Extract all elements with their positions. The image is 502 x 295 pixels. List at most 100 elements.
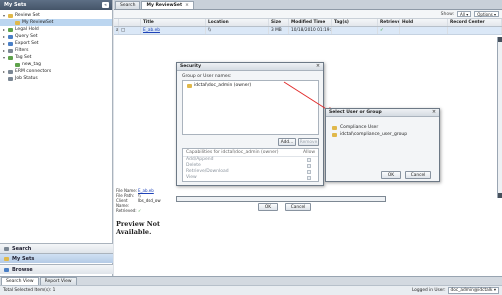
nav-browse-label: Browse bbox=[12, 266, 33, 273]
allow-checkbox[interactable] bbox=[307, 176, 311, 180]
row-record bbox=[448, 27, 502, 34]
capabilities-header: Capabilities for idctal\doc_admin (owner… bbox=[183, 149, 318, 157]
tree-item[interactable]: ▾ Tag Set bbox=[0, 54, 112, 61]
select-dialog-title: Select User or Group × bbox=[326, 109, 439, 117]
tree-item-label: ERM connectors bbox=[15, 69, 52, 74]
scroll-up-icon[interactable] bbox=[498, 37, 502, 42]
expand-icon[interactable]: ▸ bbox=[3, 68, 6, 75]
tab-my-reviewset-label: My ReviewSet bbox=[146, 3, 183, 8]
group-label: Group or User names: bbox=[182, 74, 232, 79]
tree-item-label: Export Set bbox=[15, 41, 39, 46]
close-icon[interactable]: × bbox=[431, 109, 437, 116]
row-checkbox[interactable]: □ bbox=[119, 27, 141, 34]
tab-search[interactable]: Search bbox=[115, 1, 141, 9]
retrieved-label: Retrieved: bbox=[116, 208, 137, 213]
collapse-icon[interactable]: « bbox=[102, 2, 109, 8]
tree-node-icon bbox=[8, 34, 13, 39]
tree-node-icon bbox=[8, 41, 13, 46]
list-item[interactable]: Compliance User bbox=[326, 124, 439, 131]
tree-item[interactable]: ▸ Legal Hold bbox=[0, 26, 112, 33]
status-bar: Total Selected Item(s): 1 Logged in User… bbox=[0, 285, 502, 295]
expand-icon[interactable]: ▸ bbox=[3, 26, 6, 33]
row-hold bbox=[400, 27, 448, 34]
col-header-tags[interactable]: Tag(s) bbox=[332, 19, 378, 26]
user-icon bbox=[332, 125, 337, 130]
expand-icon[interactable]: ▾ bbox=[3, 54, 6, 61]
left-panel: My Sets « ▾ Review Set My ReviewSet ▸ Legal … bbox=[0, 0, 113, 276]
search-icon bbox=[4, 246, 9, 251]
col-header-hold[interactable]: Hold bbox=[400, 19, 448, 26]
allow-checkbox[interactable] bbox=[307, 164, 311, 168]
expand-icon[interactable]: ▸ bbox=[3, 47, 6, 54]
security-dialog-title: Security × bbox=[177, 63, 323, 71]
expand-icon[interactable]: ▾ bbox=[3, 12, 6, 19]
tree-item-label: Filters bbox=[15, 48, 29, 53]
tree-item[interactable]: ▸ ERM connectors bbox=[0, 68, 112, 75]
vertical-scrollbar[interactable] bbox=[497, 37, 502, 198]
options-button[interactable]: Options ▾ bbox=[474, 11, 499, 17]
retrieved-check-icon: ✓ bbox=[138, 208, 142, 213]
options-label: Options bbox=[477, 12, 493, 17]
select-title-text: Select User or Group bbox=[329, 110, 382, 115]
tab-search-view[interactable]: Search View bbox=[1, 277, 39, 285]
tree-item[interactable]: ▸ Filters bbox=[0, 47, 112, 54]
main-tabs: Search My ReviewSet × bbox=[114, 0, 502, 10]
user-select[interactable]: doc_admin@idctalk ▾ bbox=[447, 287, 499, 294]
ok-button[interactable]: OK bbox=[381, 171, 401, 179]
left-panel-header: My Sets « bbox=[0, 0, 112, 10]
tree-item-label: Tag Set bbox=[15, 55, 32, 60]
remove-button[interactable]: Remove bbox=[298, 138, 319, 146]
tab-my-reviewset[interactable]: My ReviewSet × bbox=[141, 1, 194, 9]
ok-button[interactable]: OK bbox=[258, 203, 278, 211]
cancel-button[interactable]: Cancel bbox=[405, 171, 431, 179]
row-title-link[interactable]: E_ab.eb bbox=[143, 28, 160, 33]
tree-item-label: Query Set bbox=[15, 34, 38, 39]
col-header-record-center[interactable]: Record Center bbox=[448, 19, 502, 26]
tree-item[interactable]: My ReviewSet bbox=[0, 19, 112, 26]
tree-item[interactable]: ▾ Review Set bbox=[0, 12, 112, 19]
col-header-modified[interactable]: Modified Time bbox=[289, 19, 332, 26]
expand-icon[interactable]: ▸ bbox=[3, 40, 6, 47]
tab-search-label: Search bbox=[120, 3, 136, 8]
tab-report-view[interactable]: Report View bbox=[39, 277, 77, 285]
capability-label: View bbox=[186, 175, 197, 180]
cancel-button[interactable]: Cancel bbox=[285, 203, 311, 211]
col-header-location[interactable]: Location bbox=[206, 19, 269, 26]
table-row[interactable]: a1 □ E_ab.eb \\ 3 MB 10/18/2010 01:19:43… bbox=[114, 27, 502, 35]
horizontal-scrollbar[interactable] bbox=[176, 196, 386, 202]
tree-node-icon bbox=[8, 13, 13, 18]
tree-item[interactable]: ▸ Export Set bbox=[0, 40, 112, 47]
tree-node-icon bbox=[15, 62, 20, 67]
tree-node-icon bbox=[8, 55, 13, 60]
col-header-title[interactable]: Title bbox=[141, 19, 206, 26]
nav-browse-button[interactable]: Browse bbox=[0, 264, 113, 274]
tree-item-label: Review Set bbox=[15, 13, 40, 18]
col-header-retrieved[interactable]: Retrieved bbox=[378, 19, 400, 26]
close-icon[interactable]: × bbox=[315, 63, 321, 70]
col-header-size[interactable]: Size bbox=[269, 19, 289, 26]
show-select[interactable]: All ▾ bbox=[457, 11, 472, 17]
close-tab-icon[interactable]: × bbox=[185, 3, 189, 8]
capability-row: View bbox=[183, 175, 318, 181]
nav-search-label: Search bbox=[12, 245, 32, 252]
member-label: idctal\doc_admin (owner) bbox=[194, 83, 252, 88]
folder-icon bbox=[4, 256, 9, 261]
allow-checkbox[interactable] bbox=[307, 170, 311, 174]
row-size: 3 MB bbox=[269, 27, 289, 34]
tree-item[interactable]: new_tag bbox=[0, 61, 112, 68]
list-item[interactable]: idctal\compliance_user_group bbox=[326, 131, 439, 138]
expand-icon[interactable]: ▸ bbox=[3, 33, 6, 40]
allow-header-label: Allow bbox=[302, 150, 315, 155]
scroll-down-icon[interactable] bbox=[498, 193, 502, 198]
user-name: doc_admin@idctalk bbox=[450, 288, 493, 293]
nav-my-sets-button[interactable]: My Sets bbox=[0, 253, 113, 263]
tree-item[interactable]: Job Status bbox=[0, 75, 112, 82]
col-header[interactable] bbox=[119, 19, 141, 26]
preview-not-available: Preview Not Available. bbox=[116, 220, 160, 236]
security-title-text: Security bbox=[180, 64, 202, 69]
tree-item[interactable]: ▸ Query Set bbox=[0, 33, 112, 40]
add-button[interactable]: Add... bbox=[278, 138, 296, 146]
nav-search-button[interactable]: Search bbox=[0, 243, 113, 253]
tree-item-label: new_tag bbox=[22, 62, 41, 67]
allow-checkbox[interactable] bbox=[307, 158, 311, 162]
